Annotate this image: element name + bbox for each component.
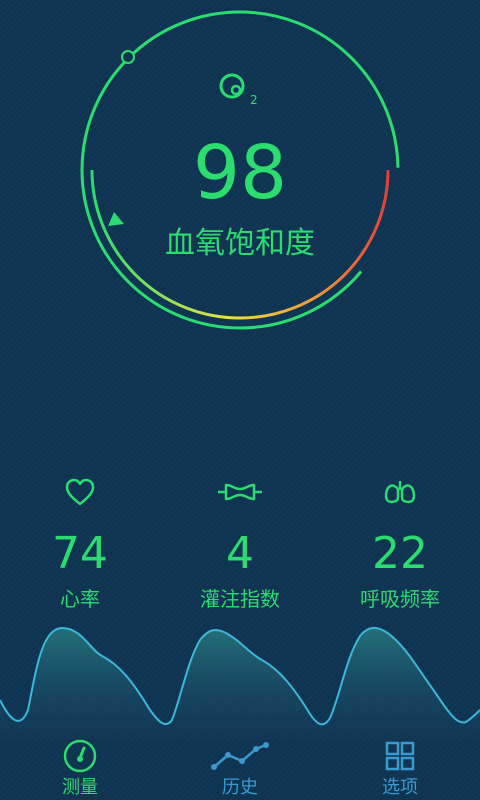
svg-text:2: 2 <box>250 93 258 107</box>
gauge-icon <box>0 736 160 776</box>
spo2-gauge: 2 98 血氧饱和度 <box>78 8 402 332</box>
lungs-icon <box>320 470 480 514</box>
spo2-value: 98 <box>192 130 288 216</box>
perfusion-index-value: 4 <box>226 528 254 579</box>
tab-options-label: 选项 <box>382 777 418 798</box>
tab-measure[interactable]: 测量 <box>0 730 160 800</box>
heart-rate-value: 74 <box>52 528 108 579</box>
tab-history-label: 历史 <box>222 777 258 798</box>
oxygen-icon: 2 <box>218 72 262 108</box>
history-chart-icon <box>160 736 320 776</box>
pleth-waveform <box>0 626 480 740</box>
tab-history[interactable]: 历史 <box>160 730 320 800</box>
heart-rate-label: 心率 <box>60 587 100 611</box>
tab-options[interactable]: 选项 <box>320 730 480 800</box>
tab-measure-label: 测量 <box>62 777 98 798</box>
grid-icon <box>320 736 480 776</box>
metric-perfusion-index: 4 灌注指数 <box>160 470 320 612</box>
metric-heart-rate: 74 心率 <box>0 470 160 612</box>
bottom-tab-bar: 测量 历史 选项 <box>0 730 480 800</box>
respiration-rate-value: 22 <box>372 528 428 579</box>
respiration-rate-label: 呼吸频率 <box>360 587 440 611</box>
perfusion-index-label: 灌注指数 <box>200 587 280 611</box>
metric-respiration-rate: 22 呼吸频率 <box>320 470 480 612</box>
perfusion-icon <box>160 470 320 514</box>
metrics-row: 74 心率 4 灌注指数 22 呼吸频率 <box>0 470 480 620</box>
spo2-label: 血氧饱和度 <box>165 226 315 261</box>
heart-icon <box>0 470 160 514</box>
